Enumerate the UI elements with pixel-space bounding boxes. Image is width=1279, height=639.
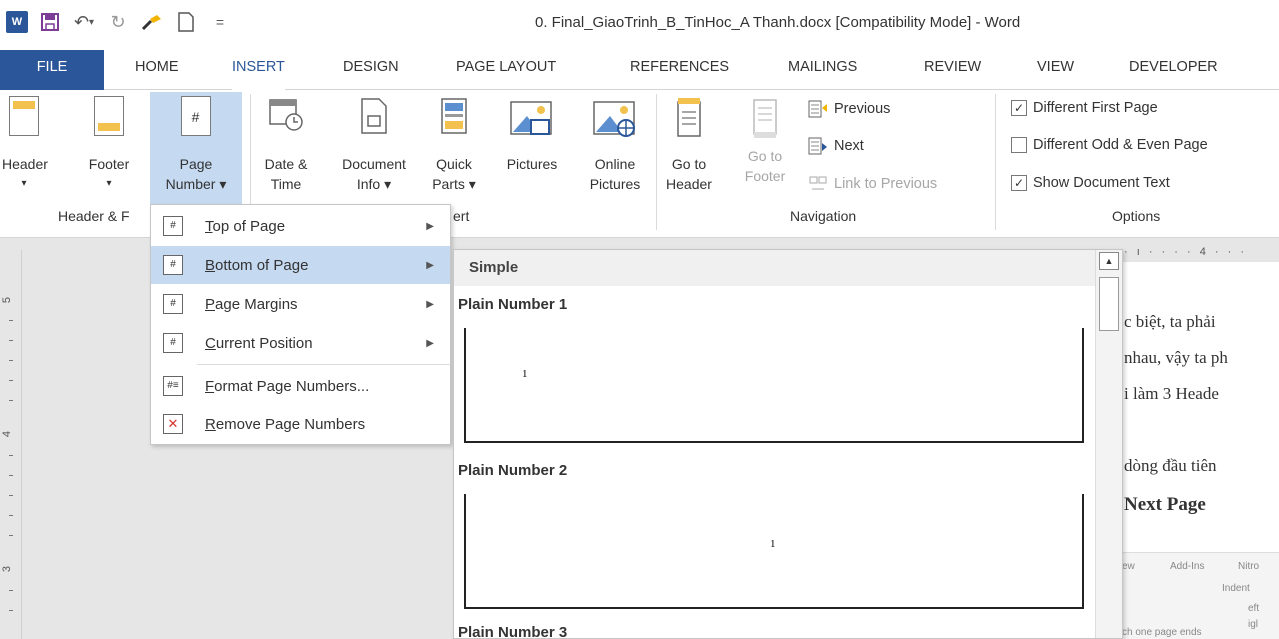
- checkbox-unchecked[interactable]: [1011, 137, 1027, 153]
- online-pictures-icon: [592, 96, 638, 140]
- go-to-header-icon: [674, 96, 704, 140]
- format-page-numbers-icon: #≡: [163, 376, 183, 396]
- current-position-icon: #: [163, 333, 183, 353]
- menu-item-current-position[interactable]: # Current Position ▶: [151, 324, 450, 362]
- submenu-arrow-icon: ▶: [426, 298, 434, 310]
- tab-insert[interactable]: INSERT: [232, 50, 285, 90]
- menu-item-top-of-page[interactable]: # Top of Page ▶: [151, 207, 450, 245]
- quick-parts-icon: [439, 96, 469, 136]
- gallery-category-header: Simple: [454, 250, 1095, 286]
- doc-line: c biệt, ta phải: [1124, 312, 1216, 331]
- doc-line: nhau, vậy ta ph: [1124, 348, 1228, 367]
- footer-icon: [94, 96, 124, 136]
- page-number-menu: # Top of Page ▶ # Bottom of Page ▶ # Pag…: [150, 204, 451, 445]
- page-number-top-icon: #: [163, 216, 183, 236]
- go-to-header-button[interactable]: Go to Header: [664, 96, 714, 204]
- group-label-navigation: Navigation: [790, 208, 857, 224]
- save-icon[interactable]: [38, 10, 62, 34]
- tab-design[interactable]: DESIGN: [343, 50, 399, 90]
- quick-parts-button[interactable]: Quick Parts ▾: [428, 96, 480, 204]
- tab-file[interactable]: FILE: [0, 50, 104, 90]
- date-time-button[interactable]: Date & Time: [258, 96, 314, 204]
- gallery-item-plain-number-1[interactable]: 1: [464, 328, 1084, 443]
- page-number-bottom-icon: #: [163, 255, 183, 275]
- menu-item-format-page-numbers[interactable]: #≡ Format Page Numbers...: [151, 367, 450, 405]
- menu-item-page-margins[interactable]: # Page Margins ▶: [151, 285, 450, 323]
- doc-heading: Next Page: [1124, 494, 1206, 515]
- scroll-up-icon[interactable]: ▲: [1099, 252, 1119, 270]
- menu-item-remove-page-numbers[interactable]: ✕ Remove Page Numbers: [151, 405, 450, 443]
- page-number-icon: #: [181, 96, 211, 136]
- online-pictures-button[interactable]: Online Pictures: [580, 96, 650, 204]
- footer-button[interactable]: Footer ▾: [86, 96, 132, 204]
- doc-line: dòng đầu tiên: [1124, 456, 1217, 475]
- format-painter-icon[interactable]: [140, 10, 164, 34]
- previous-button[interactable]: Previous: [808, 100, 890, 118]
- link-to-previous-button[interactable]: Link to Previous: [808, 175, 937, 193]
- header-button[interactable]: Header ▾: [2, 96, 48, 204]
- submenu-arrow-icon: ▶: [426, 337, 434, 349]
- document-info-icon: [359, 96, 389, 136]
- show-document-text-checkbox[interactable]: ✓ Show Document Text: [1011, 175, 1170, 191]
- gallery-item-title: Plain Number 2: [458, 462, 568, 479]
- ribbon-tabs: FILE HOME INSERT DESIGN PAGE LAYOUT REFE…: [0, 50, 1279, 90]
- new-document-icon[interactable]: [174, 10, 198, 34]
- previous-section-icon: [808, 100, 828, 118]
- tab-developer[interactable]: DEVELOPER: [1129, 50, 1218, 90]
- page-margins-icon: #: [163, 294, 183, 314]
- tab-mailings[interactable]: MAILINGS: [788, 50, 857, 90]
- remove-page-numbers-icon: ✕: [163, 414, 183, 434]
- submenu-arrow-icon: ▶: [426, 259, 434, 271]
- checkbox-checked[interactable]: ✓: [1011, 100, 1027, 116]
- embedded-screenshot: ew Add-Ins Nitro Indent eft igl ch one p…: [1118, 552, 1279, 639]
- group-separator: [656, 94, 657, 230]
- next-section-icon: [808, 137, 828, 155]
- gallery-scrollbar[interactable]: ▲: [1095, 250, 1122, 638]
- pictures-button[interactable]: Pictures: [496, 96, 568, 204]
- scroll-thumb[interactable]: [1099, 277, 1119, 331]
- quick-access-toolbar: W ↶ ▾ ↻ =: [6, 10, 232, 34]
- doc-line: i làm 3 Heade: [1124, 384, 1219, 403]
- different-odd-even-checkbox[interactable]: Different Odd & Even Page: [1011, 137, 1208, 153]
- window-title: 0. Final_GiaoTrinh_B_TinHoc_A Thanh.docx…: [535, 14, 1021, 31]
- menu-item-bottom-of-page[interactable]: # Bottom of Page ▶: [151, 246, 450, 284]
- horizontal-ruler: · ı · · · · 4 · · ·: [1124, 246, 1247, 258]
- calendar-clock-icon: [268, 96, 304, 132]
- bottom-of-page-gallery: Simple Plain Number 1 1 Plain Number 2 1…: [453, 249, 1123, 639]
- gallery-item-title: Plain Number 3: [458, 624, 568, 639]
- gallery-item-title: Plain Number 1: [458, 296, 568, 313]
- gallery-item-plain-number-2[interactable]: 1: [464, 494, 1084, 609]
- tab-references[interactable]: REFERENCES: [630, 50, 729, 90]
- word-app-icon[interactable]: W: [6, 11, 28, 33]
- group-separator: [995, 94, 996, 230]
- pictures-icon: [509, 96, 555, 140]
- tab-view[interactable]: VIEW: [1037, 50, 1074, 90]
- undo-icon[interactable]: ↶ ▾: [72, 10, 96, 34]
- go-to-footer-icon: [750, 96, 780, 140]
- menu-separator: [197, 364, 450, 365]
- group-label-header-footer: Header & F: [58, 208, 130, 224]
- page-number-button[interactable]: # Page Number ▾: [150, 92, 242, 204]
- group-label-options: Options: [1112, 208, 1161, 224]
- document-page[interactable]: c biệt, ta phải nhau, vậy ta ph i làm 3 …: [1118, 262, 1279, 639]
- submenu-arrow-icon: ▶: [426, 220, 434, 232]
- checkbox-checked[interactable]: ✓: [1011, 175, 1027, 191]
- tab-page-layout[interactable]: PAGE LAYOUT: [456, 50, 556, 90]
- document-info-button[interactable]: Document Info ▾: [328, 96, 420, 204]
- tab-home[interactable]: HOME: [135, 50, 179, 90]
- tab-review[interactable]: REVIEW: [924, 50, 981, 90]
- title-bar: W ↶ ▾ ↻ = 0. Final_GiaoTrinh_B_TinHoc_A T…: [0, 0, 1279, 50]
- redo-icon[interactable]: ↻: [106, 10, 130, 34]
- link-icon: [808, 175, 828, 193]
- different-first-page-checkbox[interactable]: ✓ Different First Page: [1011, 100, 1158, 116]
- customize-qat-icon[interactable]: =: [208, 10, 232, 34]
- next-button[interactable]: Next: [808, 137, 864, 155]
- go-to-footer-button[interactable]: Go to Footer: [736, 96, 794, 204]
- vertical-ruler: 5 4 3: [0, 250, 22, 639]
- group-label-insert: ert: [453, 208, 470, 224]
- header-icon: [9, 96, 39, 136]
